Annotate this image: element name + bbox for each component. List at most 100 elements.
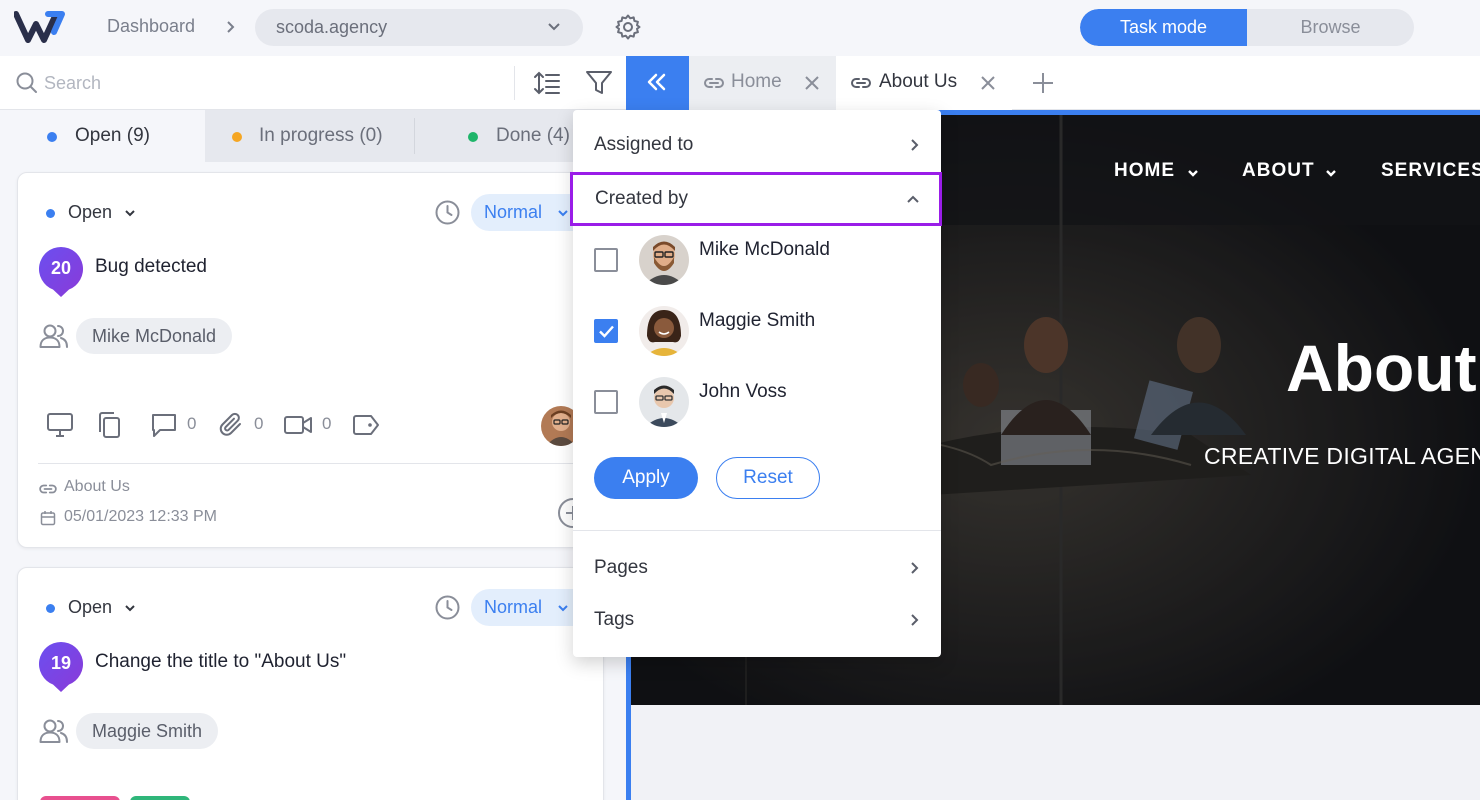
add-tab-icon[interactable] xyxy=(1029,69,1057,97)
chevron-right-icon xyxy=(911,562,919,574)
priority-label: Normal xyxy=(484,202,543,222)
link-icon xyxy=(851,78,871,88)
video-icon[interactable] xyxy=(283,411,313,439)
filter-dropdown: Assigned to Created by Mike McDonald Mag… xyxy=(570,110,942,657)
status-tab-open[interactable]: Open (9) xyxy=(0,110,205,162)
task-panel: Open (9) In progress (0) Done (4) Open N… xyxy=(0,110,626,800)
calendar-icon xyxy=(40,511,56,526)
filter-icon[interactable] xyxy=(585,69,613,97)
browse-mode-button[interactable]: Browse xyxy=(1247,9,1414,46)
copy-icon[interactable] xyxy=(96,411,124,439)
preview-nav-about[interactable]: ABOUT xyxy=(1242,160,1315,182)
app-logo[interactable] xyxy=(14,10,68,44)
task-status[interactable]: Open xyxy=(68,597,112,618)
task-card[interactable]: Open Normal 19 Change the title to "Abou… xyxy=(17,567,604,800)
tag-chips xyxy=(40,796,190,800)
chevron-down-icon[interactable] xyxy=(124,602,136,614)
chevron-down-icon xyxy=(558,210,568,217)
task-title[interactable]: Change the title to "About Us" xyxy=(95,651,346,673)
clock-icon[interactable] xyxy=(434,594,461,621)
clock-icon[interactable] xyxy=(434,199,461,226)
filter-user-option[interactable]: Maggie Smith xyxy=(573,301,941,361)
close-icon[interactable] xyxy=(803,74,821,92)
chevron-down-icon xyxy=(1326,170,1336,177)
user-checkbox[interactable] xyxy=(594,390,618,414)
status-tab-label: Done (4) xyxy=(496,125,570,146)
breadcrumb-dashboard[interactable]: Dashboard xyxy=(107,16,195,37)
hero-title: About xyxy=(1286,331,1477,405)
toolbar: Home About Us xyxy=(0,56,1480,110)
attachment-count: 0 xyxy=(254,414,264,433)
gear-icon[interactable] xyxy=(614,13,642,41)
filter-section-label: Created by xyxy=(595,188,688,209)
users-icon xyxy=(39,324,68,348)
chevron-down-icon xyxy=(548,23,560,31)
status-dot xyxy=(47,132,57,142)
priority-label: Normal xyxy=(484,597,543,617)
link-icon xyxy=(39,484,57,494)
monitor-icon[interactable] xyxy=(46,411,74,439)
chevron-right-icon xyxy=(911,614,919,626)
checkmark-icon xyxy=(599,325,614,338)
status-dot xyxy=(46,604,55,613)
filter-section-label: Assigned to xyxy=(594,134,694,155)
status-tab-in-progress[interactable]: In progress (0) xyxy=(205,110,415,162)
chevron-down-icon xyxy=(558,605,568,612)
user-name: Mike McDonald xyxy=(699,239,830,260)
user-checkbox[interactable] xyxy=(594,319,618,343)
user-name: Maggie Smith xyxy=(699,310,816,331)
task-card[interactable]: Open Normal 20 Bug detected Mike McDonal… xyxy=(17,172,604,548)
divider xyxy=(514,66,515,100)
chevron-up-icon xyxy=(907,195,919,203)
filter-assigned-to[interactable]: Assigned to xyxy=(573,120,941,170)
filter-section-label: Tags xyxy=(594,609,635,630)
tab-about-us[interactable]: About Us xyxy=(836,56,1012,110)
attachment-icon[interactable] xyxy=(218,411,246,439)
status-dot xyxy=(468,132,478,142)
tag-icon[interactable] xyxy=(351,411,381,439)
comment-icon[interactable] xyxy=(150,411,178,439)
task-actions: 0 0 0 xyxy=(46,409,603,439)
status-tab-label: Open (9) xyxy=(75,125,150,146)
filter-user-option[interactable]: Mike McDonald xyxy=(573,230,941,290)
filter-created-by[interactable]: Created by xyxy=(570,172,942,226)
divider xyxy=(38,463,603,464)
apply-button[interactable]: Apply xyxy=(594,457,698,499)
site-selector-value: scoda.agency xyxy=(276,17,388,37)
search-input[interactable] xyxy=(44,70,484,96)
site-selector[interactable]: scoda.agency xyxy=(255,9,583,46)
preview-nav-home[interactable]: HOME xyxy=(1114,160,1175,182)
filter-section-label: Pages xyxy=(594,557,648,578)
task-mode-button[interactable]: Task mode xyxy=(1080,9,1247,46)
filter-user-option[interactable]: John Voss xyxy=(573,372,941,432)
sort-icon[interactable] xyxy=(533,70,561,96)
filter-tags[interactable]: Tags xyxy=(573,595,941,645)
avatar xyxy=(639,306,689,356)
avatar xyxy=(639,235,689,285)
status-dot xyxy=(46,209,55,218)
task-status[interactable]: Open xyxy=(68,202,112,223)
task-page-link[interactable]: About Us xyxy=(64,478,130,496)
double-chevron-left-icon xyxy=(647,73,666,91)
task-number: 20 xyxy=(50,258,72,278)
assignee-chip[interactable]: Mike McDonald xyxy=(76,318,233,354)
tab-home[interactable]: Home xyxy=(689,56,836,110)
assignee-chip[interactable]: Maggie Smith xyxy=(76,713,219,749)
task-title[interactable]: Bug detected xyxy=(95,256,207,278)
avatar xyxy=(639,377,689,427)
user-checkbox[interactable] xyxy=(594,248,618,272)
comment-count: 0 xyxy=(187,414,197,433)
task-number: 19 xyxy=(50,653,72,673)
search-icon xyxy=(16,72,37,93)
divider xyxy=(573,530,941,531)
top-bar: Dashboard scoda.agency Task mode Browse xyxy=(0,0,1480,56)
reset-button[interactable]: Reset xyxy=(716,457,820,499)
close-icon[interactable] xyxy=(979,74,997,92)
status-tabs: Open (9) In progress (0) Done (4) xyxy=(0,110,626,162)
chevron-down-icon[interactable] xyxy=(124,207,136,219)
filter-pages[interactable]: Pages xyxy=(573,543,941,593)
status-tab-label: In progress (0) xyxy=(259,125,383,146)
preview-nav-services[interactable]: SERVICES xyxy=(1381,160,1480,182)
collapse-panel-button[interactable] xyxy=(626,56,689,110)
chevron-down-icon xyxy=(1188,170,1198,177)
